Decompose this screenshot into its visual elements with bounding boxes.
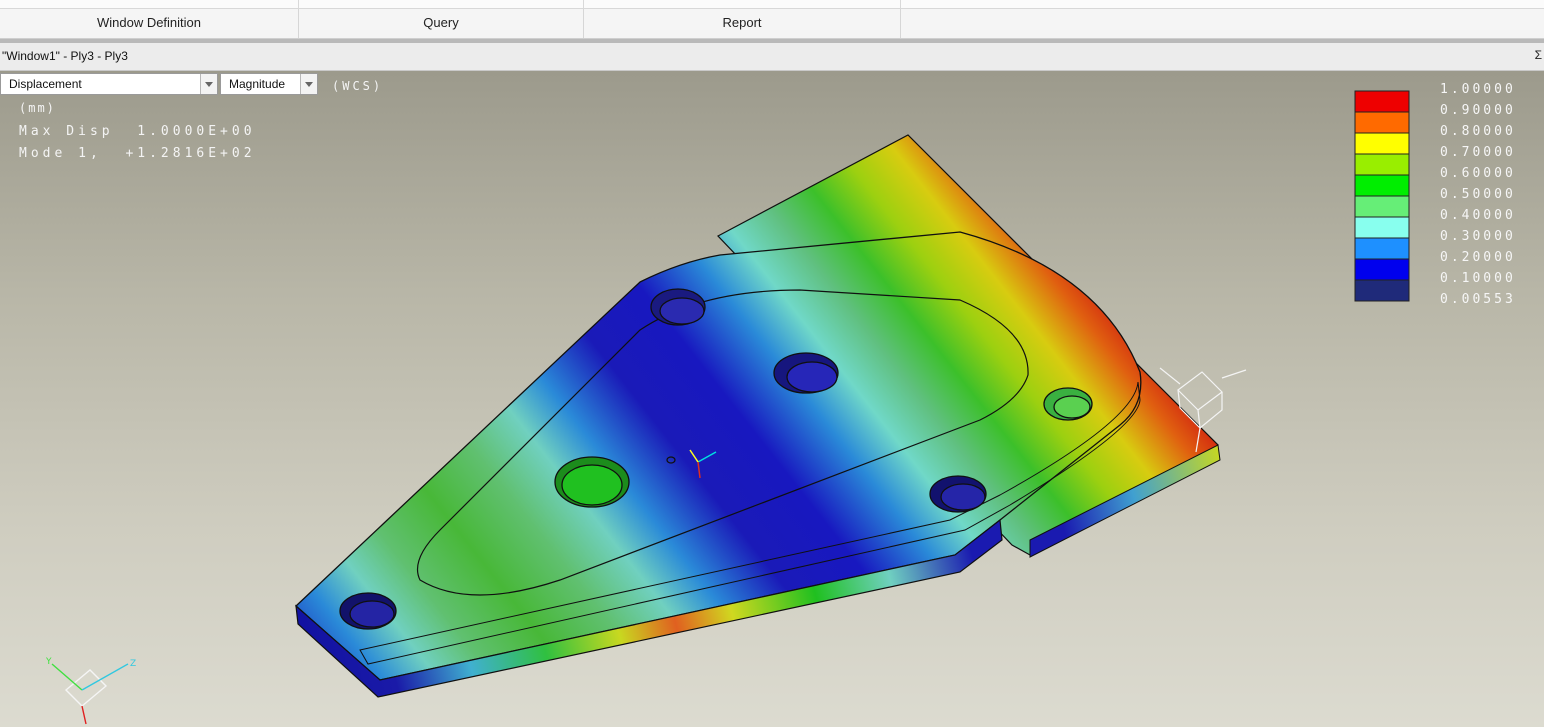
legend-swatch xyxy=(1354,195,1410,218)
legend-label: 0.20000 xyxy=(1440,250,1516,265)
legend-swatch xyxy=(1354,237,1410,260)
svg-text:Z: Z xyxy=(130,659,136,669)
legend-color-bar xyxy=(1354,90,1410,302)
svg-text:Y: Y xyxy=(45,657,52,667)
ribbon-separator xyxy=(900,0,901,8)
legend-swatch xyxy=(1354,90,1410,113)
legend-swatch xyxy=(1354,216,1410,239)
group-query[interactable]: Query xyxy=(299,9,584,38)
legend-swatch xyxy=(1354,153,1410,176)
legend-label: 0.50000 xyxy=(1440,187,1516,202)
ribbon-separator xyxy=(298,0,299,8)
ribbon-strip xyxy=(0,0,1544,9)
sigma-icon[interactable]: Σ xyxy=(1535,48,1542,62)
triad-icon: Y Z xyxy=(45,657,136,725)
group-window-definition[interactable]: Window Definition xyxy=(0,9,299,38)
group-report[interactable]: Report xyxy=(584,9,901,38)
legend-label: 0.60000 xyxy=(1440,166,1516,181)
legend-label: 0.70000 xyxy=(1440,145,1516,160)
legend-label: 1.00000 xyxy=(1440,82,1516,97)
ribbon-group-bar: Window Definition Query Report xyxy=(0,9,1544,39)
legend-swatch xyxy=(1354,258,1410,281)
window-title-bar: "Window1" - Ply3 - Ply3 Σ xyxy=(0,43,1544,71)
legend-label: 0.30000 xyxy=(1440,229,1516,244)
legend-swatch xyxy=(1354,279,1410,302)
result-viewport[interactable]: Displacement Magnitude (WCS) (mm) Max Di… xyxy=(0,71,1544,727)
legend-swatch xyxy=(1354,132,1410,155)
legend-swatch xyxy=(1354,174,1410,197)
fringe-plot[interactable]: Y Z xyxy=(0,71,1544,727)
legend-label: 0.80000 xyxy=(1440,124,1516,139)
ribbon-separator xyxy=(583,0,584,8)
legend-label: 0.00553 xyxy=(1440,292,1516,307)
window-title: "Window1" - Ply3 - Ply3 xyxy=(2,49,128,63)
legend-swatch xyxy=(1354,111,1410,134)
legend-label: 0.90000 xyxy=(1440,103,1516,118)
legend-label: 0.10000 xyxy=(1440,271,1516,286)
legend-label: 0.40000 xyxy=(1440,208,1516,223)
